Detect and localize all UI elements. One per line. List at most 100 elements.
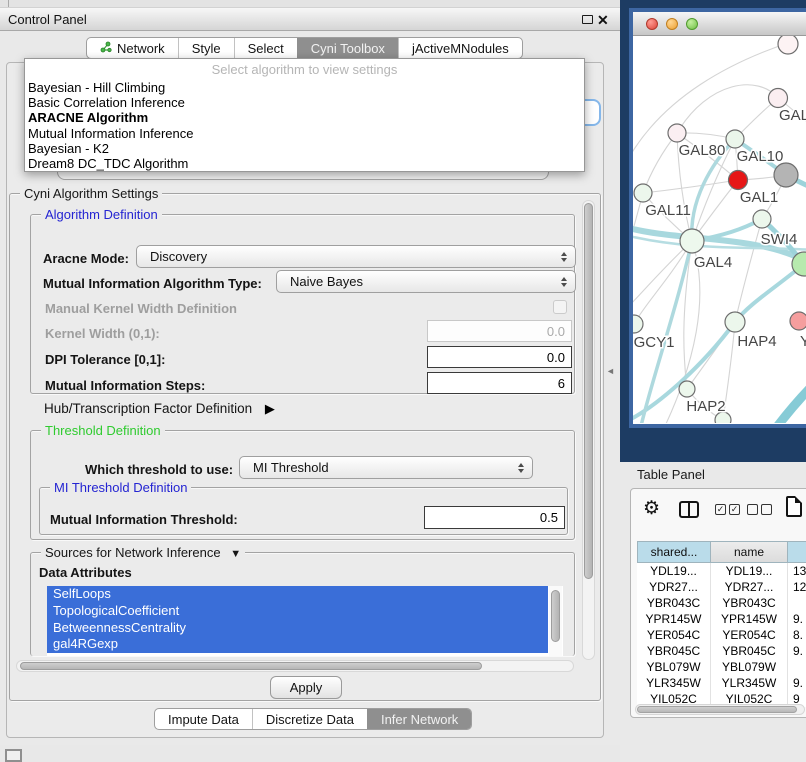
network-edge[interactable] xyxy=(634,241,692,324)
which-threshold-combo[interactable]: MI Threshold xyxy=(239,456,533,479)
split-panel-icon[interactable] xyxy=(679,501,699,518)
panel-collapse-arrow[interactable]: ◄ xyxy=(606,366,615,376)
float-window-icon[interactable] xyxy=(582,15,593,24)
network-edge[interactable] xyxy=(677,85,778,133)
network-edge[interactable] xyxy=(643,180,738,193)
column-header-shared[interactable]: shared... xyxy=(637,541,711,563)
vscrollbar-thumb[interactable] xyxy=(584,203,593,579)
table-row[interactable]: YBR043CYBR043C xyxy=(637,595,806,611)
network-node-y[interactable] xyxy=(790,312,806,330)
network-node-gal80[interactable] xyxy=(668,124,686,142)
tab-cyni-toolbox[interactable]: Cyni Toolbox xyxy=(297,38,398,58)
hub-label: Hub/Transcription Factor Definition xyxy=(44,401,252,416)
mi-steps-field[interactable]: 6 xyxy=(427,372,572,394)
cyni-toolbox-panel: Select algorithm to view settings Bayesi… xyxy=(6,62,604,738)
docked-window-icon[interactable] xyxy=(5,749,22,762)
kernel-width-field[interactable]: 0.0 xyxy=(427,320,572,342)
table-hscrollbar[interactable] xyxy=(635,704,805,715)
network-window-titlebar[interactable] xyxy=(633,12,806,36)
table-hscroll-thumb[interactable] xyxy=(637,706,797,713)
table-row[interactable]: YER054CYER054C8. xyxy=(637,627,806,643)
network-node-hap4[interactable] xyxy=(725,312,745,332)
manual-kernel-checkbox[interactable] xyxy=(553,300,567,314)
network-node-gal4[interactable] xyxy=(680,229,704,253)
network-node-gal10[interactable] xyxy=(726,130,744,148)
checked-columns-icon[interactable]: ✓✓ xyxy=(715,504,740,515)
tab-jactivemnodules[interactable]: jActiveMNodules xyxy=(398,38,522,58)
tab-infer-network[interactable]: Infer Network xyxy=(367,709,471,729)
control-panel-tabbar: Network Style Select Cyni Toolbox jActiv… xyxy=(86,37,523,59)
table-cell xyxy=(788,595,806,611)
table-cell: YDL19... xyxy=(637,563,711,579)
network-node-swi4[interactable] xyxy=(753,210,771,228)
settings-hscrollbar[interactable] xyxy=(16,660,574,672)
network-node-gcy1[interactable] xyxy=(633,315,643,333)
network-node[interactable] xyxy=(778,36,798,54)
network-edge[interactable] xyxy=(643,133,677,193)
network-canvas[interactable]: GALGAL80GAL10GAL1GAL11GAL4SWI4GCY1HAP4YH… xyxy=(633,36,806,423)
kernel-width-label: Kernel Width (0,1): xyxy=(45,326,160,341)
dpi-tolerance-field[interactable]: 0.0 xyxy=(427,346,572,368)
node-label: GAL1 xyxy=(740,189,778,206)
network-edge[interactable] xyxy=(773,382,806,423)
document-icon[interactable] xyxy=(786,496,802,517)
attribute-item[interactable]: BetweennessCentrality xyxy=(47,620,548,637)
mi-threshold-field[interactable]: 0.5 xyxy=(424,506,565,529)
node-label: GAL80 xyxy=(679,142,726,159)
attr-list-scrollbar[interactable] xyxy=(549,586,562,656)
table-row[interactable]: YBL079WYBL079W xyxy=(637,659,806,675)
tab-select[interactable]: Select xyxy=(234,38,297,58)
algorithm-option[interactable]: Basic Correlation Inference xyxy=(25,95,584,110)
tab-style[interactable]: Style xyxy=(178,38,234,58)
network-node-hap2[interactable] xyxy=(679,381,695,397)
mac-minimize-button[interactable] xyxy=(666,18,678,30)
column-header-name[interactable]: name xyxy=(711,541,788,563)
hscrollbar-thumb[interactable] xyxy=(20,662,482,670)
tab-discretize-data[interactable]: Discretize Data xyxy=(252,709,367,729)
table-cell: YBL079W xyxy=(711,659,788,675)
tab-network[interactable]: Network xyxy=(87,38,178,58)
algorithm-option-selected[interactable]: ARACNE Algorithm xyxy=(25,110,584,125)
attribute-item[interactable]: gal4RGexp xyxy=(47,636,548,653)
combo-value: MI Threshold xyxy=(253,460,329,475)
attribute-item[interactable]: TopologicalCoefficient xyxy=(47,603,548,620)
bottom-tabbar: Impute Data Discretize Data Infer Networ… xyxy=(154,708,472,730)
tab-impute-data[interactable]: Impute Data xyxy=(155,709,252,729)
network-node-gal[interactable] xyxy=(769,89,788,108)
table-cell: YLR345W xyxy=(637,675,711,691)
table-cell: YBR043C xyxy=(711,595,788,611)
algorithm-option[interactable]: Bayesian - Hill Climbing xyxy=(25,80,584,95)
expand-right-icon: ▶ xyxy=(265,401,275,416)
table-row[interactable]: YDL19...YDL19...13 xyxy=(637,563,806,579)
mi-steps-label: Mutual Information Steps: xyxy=(45,378,205,393)
gear-icon[interactable]: ⚙ xyxy=(643,497,660,521)
node-label: GAL11 xyxy=(645,202,691,219)
apply-button[interactable]: Apply xyxy=(270,676,342,699)
algorithm-option[interactable]: Mutual Information Inference xyxy=(25,126,584,141)
table-row[interactable]: YLR345WYLR345W9. xyxy=(637,675,806,691)
mac-zoom-button[interactable] xyxy=(686,18,698,30)
tab-label: Infer Network xyxy=(381,712,458,727)
network-node-gal11[interactable] xyxy=(634,184,652,202)
aracne-mode-combo[interactable]: Discovery xyxy=(136,245,576,268)
table-row[interactable]: YPR145WYPR145W9. xyxy=(637,611,806,627)
column-header-clipped[interactable] xyxy=(788,541,806,563)
screen: Control Panel ✕ Network Style Se xyxy=(0,0,806,762)
attribute-item[interactable]: SelfLoops xyxy=(47,586,548,603)
table-row[interactable]: YBR045CYBR045C9. xyxy=(637,643,806,659)
sources-toggle[interactable]: Sources for Network Inference ▼ xyxy=(41,545,245,562)
hub-definition-toggle[interactable]: Hub/Transcription Factor Definition ▶ xyxy=(44,401,275,417)
network-node-gal1[interactable] xyxy=(729,171,748,190)
settings-vscrollbar[interactable] xyxy=(582,200,595,660)
table-row[interactable]: YDR27...YDR27...12 xyxy=(637,579,806,595)
manual-kernel-label: Manual Kernel Width Definition xyxy=(45,301,237,316)
unchecked-columns-icon[interactable] xyxy=(747,504,772,515)
table-cell xyxy=(788,659,806,675)
algorithm-option[interactable]: Bayesian - K2 xyxy=(25,141,584,156)
network-node[interactable] xyxy=(774,163,798,187)
algorithm-option[interactable]: Dream8 DC_TDC Algorithm xyxy=(25,156,584,171)
mac-close-button[interactable] xyxy=(646,18,658,30)
close-icon[interactable]: ✕ xyxy=(597,10,609,30)
attr-scroll-thumb[interactable] xyxy=(551,590,560,642)
mi-type-combo[interactable]: Naive Bayes xyxy=(276,270,576,293)
